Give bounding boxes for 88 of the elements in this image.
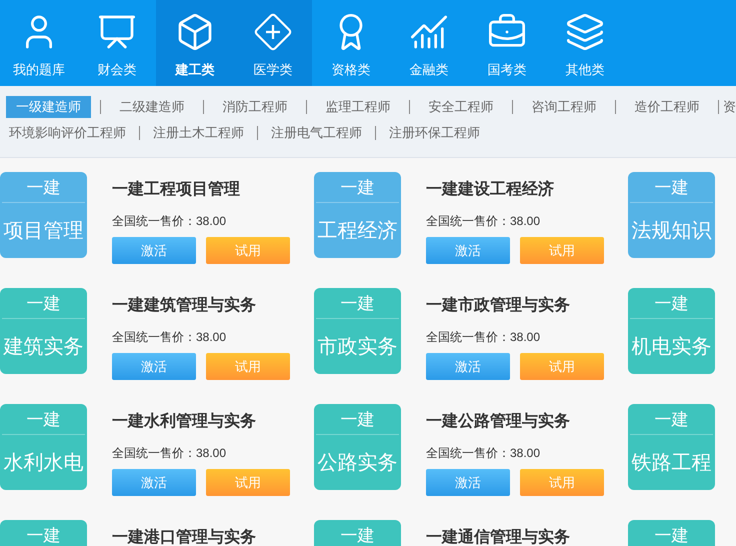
nav-tab[interactable]: 其他类: [546, 0, 624, 86]
course-title: 一建建筑管理与实务: [112, 296, 257, 316]
nav-label: 财会类: [98, 61, 136, 79]
nav-label: 金融类: [410, 61, 448, 79]
course-tile[interactable]: 一建 公路实务: [314, 404, 401, 490]
course-tile[interactable]: 一建 机电实务: [628, 288, 715, 374]
activate-button[interactable]: 激活: [112, 237, 196, 264]
nav-tab[interactable]: 我的题库: [0, 0, 78, 86]
tile-label: 一建: [654, 410, 688, 428]
course-tile[interactable]: 一建 铁路工程: [628, 404, 715, 490]
course-title: 一建公路管理与实务: [426, 412, 571, 432]
subnav-item[interactable]: 一级建造师: [6, 96, 91, 118]
nav-label: 医学类: [254, 61, 292, 79]
course-tile[interactable]: 一建: [628, 520, 715, 546]
activate-button[interactable]: 激活: [426, 353, 510, 380]
course-tile[interactable]: 一建 工程经济: [314, 172, 401, 258]
course-title: 一建建设工程经济: [426, 180, 555, 200]
tile-label: 一建: [26, 178, 60, 196]
course-tile[interactable]: 一建 市政实务: [314, 288, 401, 374]
nav-label: 国考类: [488, 61, 526, 79]
tile-label: 一建: [654, 526, 688, 544]
activate-button[interactable]: 激活: [112, 353, 196, 380]
activate-button[interactable]: 激活: [112, 469, 196, 496]
course-price: 全国统一售价：38.00: [426, 330, 542, 344]
nav-tab[interactable]: 建工类: [156, 0, 234, 86]
subnav-item[interactable]: 环境影响评价工程师: [8, 122, 127, 144]
course-tile[interactable]: 一建: [0, 520, 87, 546]
tile-subject: 市政实务: [318, 336, 398, 356]
tile-label: 一建: [340, 410, 374, 428]
tile-subject: 建筑实务: [4, 336, 84, 356]
tile-label: 一建: [340, 178, 374, 196]
tile-label: 一建: [26, 410, 60, 428]
trial-button[interactable]: 试用: [520, 353, 604, 380]
subnav-item[interactable]: 监理工程师: [324, 96, 392, 118]
subnav-item[interactable]: 造价工程师: [634, 96, 700, 118]
nav-tab[interactable]: 国考类: [468, 0, 546, 86]
subnav-item[interactable]: 注册电气工程师: [270, 122, 363, 144]
tile-subject: 水利水电: [4, 452, 84, 472]
subnav-item[interactable]: 资: [722, 96, 736, 118]
course-tile[interactable]: 一建 项目管理: [0, 172, 87, 258]
trial-button[interactable]: 试用: [520, 237, 604, 264]
tile-subject: 项目管理: [4, 220, 84, 240]
trial-button[interactable]: 试用: [206, 469, 290, 496]
layers-icon: [565, 12, 605, 52]
course-title: 一建港口管理与实务: [112, 528, 256, 546]
activate-button[interactable]: 激活: [426, 469, 510, 496]
nav-label: 其他类: [566, 61, 604, 79]
trial-button[interactable]: 试用: [206, 237, 290, 264]
trial-button[interactable]: 试用: [206, 353, 290, 380]
nav-label: 资格类: [332, 61, 370, 79]
course-title: 一建市政管理与实务: [426, 296, 571, 316]
course-title: 一建工程项目管理: [112, 180, 241, 200]
course-price: 全国统一售价：38.00: [112, 330, 228, 344]
course-title: 一建通信管理与实务: [426, 528, 570, 546]
course-price: 全国统一售价：38.00: [426, 214, 542, 228]
course-tile[interactable]: 一建 建筑实务: [0, 288, 87, 374]
nav-label: 建工类: [176, 61, 214, 79]
tile-label: 一建: [26, 526, 60, 544]
tile-subject: 公路实务: [318, 452, 398, 472]
tile-label: 一建: [654, 294, 688, 312]
tile-label: 一建: [340, 294, 374, 312]
nav-tab[interactable]: 医学类: [234, 0, 312, 86]
tile-subject: 法规知识: [632, 220, 712, 240]
tile-label: 一建: [26, 294, 60, 312]
activate-button[interactable]: 激活: [426, 237, 510, 264]
trial-button[interactable]: 试用: [520, 469, 604, 496]
tile-subject: 工程经济: [318, 220, 398, 240]
course-tile[interactable]: 一建 法规知识: [628, 172, 715, 258]
course-price: 全国统一售价：38.00: [426, 446, 542, 460]
subnav-item[interactable]: 注册土木工程师: [152, 122, 245, 144]
subnav-item[interactable]: 消防工程师: [222, 96, 288, 118]
subnav-item[interactable]: 安全工程师: [428, 96, 494, 118]
course-tile[interactable]: 一建: [314, 520, 401, 546]
course-tile[interactable]: 一建 水利水电: [0, 404, 87, 490]
subnav-item[interactable]: 注册环保工程师: [388, 122, 481, 144]
course-price: 全国统一售价：38.00: [112, 214, 228, 228]
course-price: 全国统一售价：38.00: [112, 446, 228, 460]
nav-tab[interactable]: 资格类: [312, 0, 390, 86]
tile-subject: 机电实务: [632, 336, 712, 356]
nav-tab[interactable]: 金融类: [390, 0, 468, 86]
subnav-item[interactable]: 二级建造师: [118, 96, 186, 118]
subnav-item[interactable]: 咨询工程师: [530, 96, 598, 118]
course-title: 一建水利管理与实务: [112, 412, 257, 432]
nav-tab[interactable]: 财会类: [78, 0, 156, 86]
nav-label: 我的题库: [13, 61, 65, 79]
tile-label: 一建: [340, 526, 374, 544]
tile-label: 一建: [654, 178, 688, 196]
tile-subject: 铁路工程: [632, 452, 712, 472]
